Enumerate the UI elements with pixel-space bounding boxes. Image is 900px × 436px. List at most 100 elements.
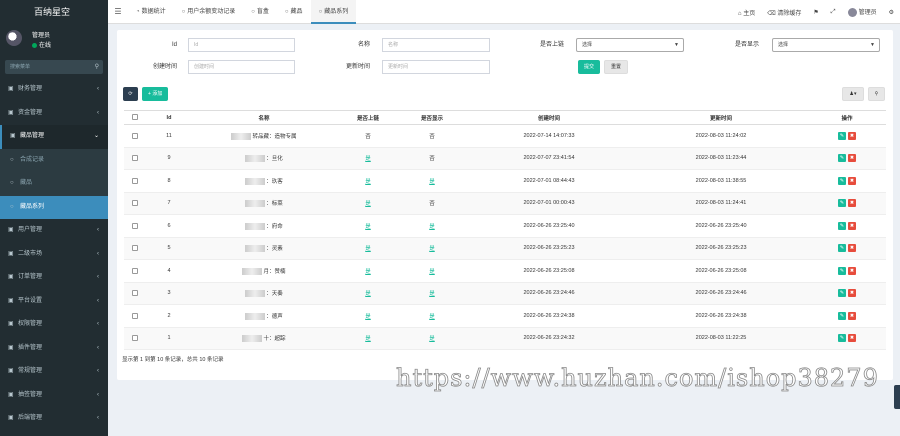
row-checkbox[interactable] xyxy=(132,155,138,162)
edit-icon[interactable]: ✎ xyxy=(838,176,846,185)
shown-flag[interactable]: 是 xyxy=(429,336,435,342)
edit-icon[interactable]: ✎ xyxy=(838,266,846,275)
sidebar-item-money[interactable]: ▣ 资金管理 ‹ xyxy=(0,102,108,126)
header-created[interactable]: 创建时间 xyxy=(464,110,634,125)
tab-item[interactable]: ○ 藏品系列 xyxy=(310,0,357,24)
sidebar-item-bank[interactable]: ▣ 财务管理 ‹ xyxy=(0,78,108,102)
edit-icon[interactable]: ✎ xyxy=(838,199,846,208)
listed-flag[interactable]: 是 xyxy=(365,269,371,275)
header-shown[interactable]: 是否显示 xyxy=(400,110,464,125)
sidebar-subitem[interactable]: ○ 藏品 xyxy=(0,172,108,196)
sidebar-item-lottery[interactable]: ▣ 抽签管理 ‹ xyxy=(0,384,108,408)
listed-flag[interactable]: 是 xyxy=(365,156,371,162)
listed-flag[interactable]: 否 xyxy=(365,134,371,140)
shown-flag[interactable]: 是 xyxy=(429,269,435,275)
sidebar-search-input[interactable] xyxy=(5,60,85,74)
delete-icon[interactable]: ✖ xyxy=(848,199,856,208)
shown-flag[interactable]: 否 xyxy=(429,201,435,207)
table-row[interactable]: 3 ：天奏 是 是 2022-06-26 23:24:46 2022-06-26 23:2… xyxy=(124,282,886,305)
listed-flag[interactable]: 是 xyxy=(365,246,371,252)
created-input[interactable] xyxy=(188,60,295,74)
fullscreen-icon[interactable]: ⤢ xyxy=(825,9,842,16)
columns-button[interactable]: ♟▾ xyxy=(842,87,864,101)
shown-flag[interactable]: 是 xyxy=(429,291,435,297)
gear-icon[interactable]: ⚙ xyxy=(883,9,900,16)
table-row[interactable]: 8 ：玖客 是 是 2022-07-01 08:44:43 2022-08-03 11:3… xyxy=(124,169,886,193)
row-checkbox[interactable] xyxy=(132,222,138,229)
tab-item[interactable]: ○ 用户余额变动记录 xyxy=(174,0,244,24)
language-icon[interactable]: ⚑ xyxy=(807,9,824,16)
table-row[interactable]: 5 ：灵素 是 是 2022-06-26 23:25:23 2022-06-26 23:2… xyxy=(124,237,886,260)
header-id[interactable]: Id xyxy=(146,110,192,125)
sidebar-item-permission[interactable]: ▣ 权限管理 ‹ xyxy=(0,313,108,337)
delete-icon[interactable]: ✖ xyxy=(848,154,856,163)
delete-icon[interactable]: ✖ xyxy=(848,266,856,275)
edit-icon[interactable]: ✎ xyxy=(838,221,846,230)
home-link[interactable]: ⌂ 主页 xyxy=(732,8,761,17)
updated-input[interactable] xyxy=(382,60,490,74)
sidebar-item-order[interactable]: ▣ 订单管理 ‹ xyxy=(0,266,108,290)
id-input[interactable] xyxy=(188,38,295,52)
table-row[interactable]: 7 ：标菜 是 否 2022-07-01 00:00:43 2022-08-03 11:2… xyxy=(124,192,886,215)
table-row[interactable]: 2 ：德声 是 是 2022-06-26 23:24:38 2022-06-26 23:2… xyxy=(124,304,886,328)
refresh-button[interactable]: ⟳ xyxy=(123,87,138,101)
sidebar-item-settings[interactable]: ▣ 平台设置 ‹ xyxy=(0,290,108,314)
shown-flag[interactable]: 是 xyxy=(429,224,435,230)
delete-icon[interactable]: ✖ xyxy=(848,176,856,185)
delete-icon[interactable]: ✖ xyxy=(848,311,856,320)
app-logo[interactable]: 百纳星空 xyxy=(0,0,108,24)
table-row[interactable]: 4 月：赞楠 是 是 2022-06-26 23:25:08 2022-06-26 23:… xyxy=(124,259,886,283)
edit-icon[interactable]: ✎ xyxy=(838,244,846,253)
name-input[interactable] xyxy=(382,38,490,52)
delete-icon[interactable]: ✖ xyxy=(848,289,856,298)
header-name[interactable]: 名称 xyxy=(192,110,336,125)
row-checkbox[interactable] xyxy=(132,245,138,252)
listed-flag[interactable]: 是 xyxy=(365,314,371,320)
edit-icon[interactable]: ✎ xyxy=(838,131,846,140)
delete-icon[interactable]: ✖ xyxy=(848,131,856,140)
sidebar-item-circle[interactable]: ▣ 藏品管理 ⌄ xyxy=(0,125,108,149)
delete-icon[interactable]: ✖ xyxy=(848,221,856,230)
edit-icon[interactable]: ✎ xyxy=(838,334,846,343)
header-updated[interactable]: 更新时间 xyxy=(634,110,808,125)
shown-flag[interactable]: 否 xyxy=(429,156,435,162)
row-checkbox[interactable] xyxy=(132,312,138,319)
tab-item[interactable]: ◔ 数据统计 xyxy=(128,0,174,24)
reset-button[interactable]: 重置 xyxy=(604,60,629,74)
sidebar-subitem[interactable]: ○ 合成记录 xyxy=(0,149,108,173)
listed-select[interactable]: 选择 ▼ xyxy=(576,38,684,52)
row-checkbox[interactable] xyxy=(132,132,138,139)
select-all-checkbox[interactable] xyxy=(132,114,138,121)
side-handle[interactable] xyxy=(894,385,900,409)
row-checkbox[interactable] xyxy=(132,200,138,207)
add-button[interactable]: + 添加 xyxy=(142,87,169,101)
listed-flag[interactable]: 是 xyxy=(365,336,371,342)
shown-flag[interactable]: 是 xyxy=(429,314,435,320)
shown-flag[interactable]: 是 xyxy=(429,179,435,185)
clear-cache-button[interactable]: ⌫ 清除缓存 xyxy=(761,8,807,17)
table-row[interactable]: 6 ：府命 是 是 2022-06-26 23:25:40 2022-06-26 23:2… xyxy=(124,214,886,238)
listed-flag[interactable]: 是 xyxy=(365,179,371,185)
shown-flag[interactable]: 是 xyxy=(429,246,435,252)
search-toggle-button[interactable]: ⚲ xyxy=(868,87,885,101)
listed-flag[interactable]: 是 xyxy=(365,224,371,230)
sidebar-item-general[interactable]: ▣ 常规管理 ‹ xyxy=(0,360,108,384)
search-icon[interactable]: ⚲ xyxy=(95,63,99,70)
table-row[interactable]: 9 ：旦化 是 否 2022-07-07 23:41:54 2022-08-03 11:2… xyxy=(124,147,886,170)
row-checkbox[interactable] xyxy=(132,267,138,274)
sidebar-subitem[interactable]: ○ 藏品系列 xyxy=(0,195,108,219)
submit-button[interactable]: 提交 xyxy=(578,60,601,74)
sidebar-item-user[interactable]: ▣ 用户管理 ‹ xyxy=(0,219,108,243)
edit-icon[interactable]: ✎ xyxy=(838,289,846,298)
header-listed[interactable]: 是否上链 xyxy=(336,110,400,125)
listed-flag[interactable]: 是 xyxy=(365,291,371,297)
sidebar-item-plugin[interactable]: ▣ 插件管理 ‹ xyxy=(0,337,108,361)
shown-flag[interactable]: 否 xyxy=(429,134,435,140)
edit-icon[interactable]: ✎ xyxy=(838,311,846,320)
delete-icon[interactable]: ✖ xyxy=(848,244,856,253)
tab-item[interactable]: ○ 盲盒 xyxy=(243,0,277,24)
admin-menu[interactable]: 管理员 xyxy=(842,7,883,17)
menu-toggle-icon[interactable]: ☰ xyxy=(108,7,128,16)
sidebar-item-market[interactable]: ▣ 二级市场 ‹ xyxy=(0,243,108,267)
shown-select[interactable]: 选择 ▼ xyxy=(772,38,880,52)
